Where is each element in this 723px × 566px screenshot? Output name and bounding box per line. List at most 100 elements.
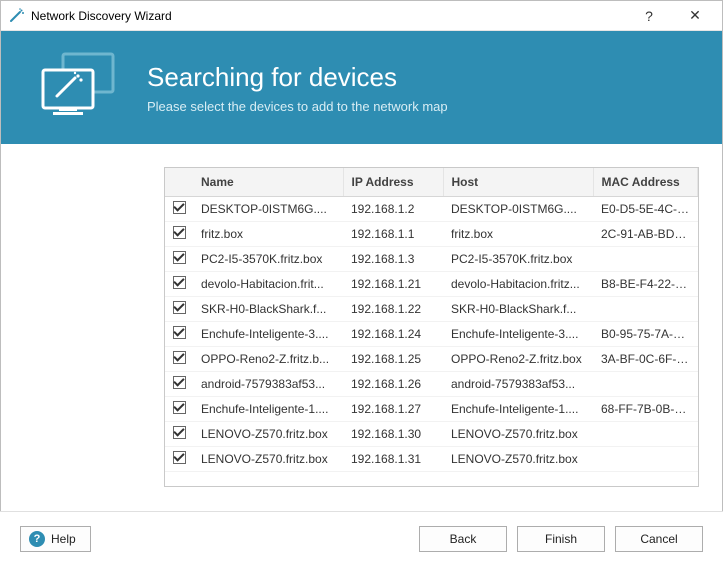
table-row[interactable]: LENOVO-Z570.fritz.box192.168.1.31LENOVO-… [165, 446, 698, 471]
row-checkbox-cell[interactable] [165, 221, 193, 246]
table-row[interactable]: android-7579383af53...192.168.1.26androi… [165, 371, 698, 396]
table-row[interactable]: PC2-I5-3570K.fritz.box192.168.1.3PC2-I5-… [165, 246, 698, 271]
cell-name: fritz.box [193, 221, 343, 246]
cell-mac: B8-BE-F4-22-45-16 [593, 271, 698, 296]
cell-ip: 192.168.1.27 [343, 396, 443, 421]
cell-ip: 192.168.1.31 [343, 446, 443, 471]
col-checkbox [165, 168, 193, 196]
row-checkbox-cell[interactable] [165, 371, 193, 396]
cell-mac: B0-95-75-7A-AB-01 [593, 321, 698, 346]
cell-host: Enchufe-Inteligente-1.... [443, 396, 593, 421]
cell-mac: 2C-91-AB-BD-EF-B6 [593, 221, 698, 246]
col-name[interactable]: Name [193, 168, 343, 196]
cell-ip: 192.168.1.21 [343, 271, 443, 296]
cell-mac: E0-D5-5E-4C-5B-D4 [593, 196, 698, 221]
cell-mac [593, 246, 698, 271]
cell-host: DESKTOP-0ISTM6G.... [443, 196, 593, 221]
cell-ip: 192.168.1.1 [343, 221, 443, 246]
table-header-row: Name IP Address Host MAC Address [165, 168, 698, 196]
banner: Searching for devices Please select the … [1, 31, 722, 144]
row-checkbox-cell[interactable] [165, 396, 193, 421]
cell-mac [593, 371, 698, 396]
table-row[interactable]: SKR-H0-BlackShark.f...192.168.1.22SKR-H0… [165, 296, 698, 321]
col-mac[interactable]: MAC Address [593, 168, 698, 196]
cell-name: Enchufe-Inteligente-3.... [193, 321, 343, 346]
row-checkbox[interactable] [173, 376, 186, 389]
cell-name: devolo-Habitacion.frit... [193, 271, 343, 296]
table-row[interactable]: devolo-Habitacion.frit...192.168.1.21dev… [165, 271, 698, 296]
cell-name: LENOVO-Z570.fritz.box [193, 446, 343, 471]
table-row[interactable]: DESKTOP-0ISTM6G....192.168.1.2DESKTOP-0I… [165, 196, 698, 221]
wizard-icon [25, 52, 135, 124]
row-checkbox[interactable] [173, 426, 186, 439]
row-checkbox-cell[interactable] [165, 446, 193, 471]
cell-name: PC2-I5-3570K.fritz.box [193, 246, 343, 271]
window-title: Network Discovery Wizard [31, 9, 172, 23]
cell-mac [593, 446, 698, 471]
row-checkbox-cell[interactable] [165, 296, 193, 321]
row-checkbox[interactable] [173, 276, 186, 289]
cell-mac: 68-FF-7B-0B-34-64 [593, 396, 698, 421]
cell-host: fritz.box [443, 221, 593, 246]
cell-host: PC2-I5-3570K.fritz.box [443, 246, 593, 271]
cell-host: LENOVO-Z570.fritz.box [443, 421, 593, 446]
row-checkbox-cell[interactable] [165, 246, 193, 271]
col-host[interactable]: Host [443, 168, 593, 196]
col-ip[interactable]: IP Address [343, 168, 443, 196]
banner-heading: Searching for devices [147, 62, 448, 93]
cell-ip: 192.168.1.22 [343, 296, 443, 321]
close-button[interactable]: ✕ [672, 1, 718, 31]
cell-name: Enchufe-Inteligente-1.... [193, 396, 343, 421]
cell-ip: 192.168.1.26 [343, 371, 443, 396]
help-icon: ? [29, 531, 45, 547]
row-checkbox[interactable] [173, 401, 186, 414]
row-checkbox[interactable] [173, 451, 186, 464]
help-label: Help [51, 532, 76, 546]
table-row[interactable]: LENOVO-Z570.fritz.box192.168.1.30LENOVO-… [165, 421, 698, 446]
cell-host: Enchufe-Inteligente-3.... [443, 321, 593, 346]
cell-name: SKR-H0-BlackShark.f... [193, 296, 343, 321]
row-checkbox[interactable] [173, 226, 186, 239]
table-row[interactable]: Enchufe-Inteligente-1....192.168.1.27Enc… [165, 396, 698, 421]
back-button[interactable]: Back [419, 526, 507, 552]
content-area: Name IP Address Host MAC Address DESKTOP… [0, 143, 723, 511]
help-titlebar-button[interactable]: ? [626, 1, 672, 31]
titlebar: Network Discovery Wizard ? ✕ [1, 1, 722, 31]
cell-ip: 192.168.1.30 [343, 421, 443, 446]
cell-ip: 192.168.1.25 [343, 346, 443, 371]
banner-subtitle: Please select the devices to add to the … [147, 99, 448, 114]
device-table: Name IP Address Host MAC Address DESKTOP… [165, 168, 698, 472]
cell-mac [593, 421, 698, 446]
finish-button[interactable]: Finish [517, 526, 605, 552]
cell-host: SKR-H0-BlackShark.f... [443, 296, 593, 321]
app-icon [9, 8, 25, 24]
cell-ip: 192.168.1.3 [343, 246, 443, 271]
row-checkbox-cell[interactable] [165, 321, 193, 346]
row-checkbox-cell[interactable] [165, 196, 193, 221]
table-row[interactable]: Enchufe-Inteligente-3....192.168.1.24Enc… [165, 321, 698, 346]
cell-host: OPPO-Reno2-Z.fritz.box [443, 346, 593, 371]
help-button[interactable]: ? Help [20, 526, 91, 552]
footer: ? Help Back Finish Cancel [0, 511, 723, 566]
cell-name: LENOVO-Z570.fritz.box [193, 421, 343, 446]
table-row[interactable]: fritz.box192.168.1.1fritz.box2C-91-AB-BD… [165, 221, 698, 246]
cell-host: android-7579383af53... [443, 371, 593, 396]
row-checkbox[interactable] [173, 301, 186, 314]
device-table-scroll[interactable]: Name IP Address Host MAC Address DESKTOP… [165, 168, 698, 486]
row-checkbox-cell[interactable] [165, 421, 193, 446]
table-row[interactable]: OPPO-Reno2-Z.fritz.b...192.168.1.25OPPO-… [165, 346, 698, 371]
row-checkbox[interactable] [173, 351, 186, 364]
cell-ip: 192.168.1.24 [343, 321, 443, 346]
row-checkbox-cell[interactable] [165, 271, 193, 296]
cell-name: DESKTOP-0ISTM6G.... [193, 196, 343, 221]
row-checkbox[interactable] [173, 326, 186, 339]
cell-name: android-7579383af53... [193, 371, 343, 396]
row-checkbox[interactable] [173, 251, 186, 264]
row-checkbox[interactable] [173, 201, 186, 214]
cancel-button[interactable]: Cancel [615, 526, 703, 552]
cell-host: devolo-Habitacion.fritz... [443, 271, 593, 296]
cell-name: OPPO-Reno2-Z.fritz.b... [193, 346, 343, 371]
cell-host: LENOVO-Z570.fritz.box [443, 446, 593, 471]
cell-mac [593, 296, 698, 321]
row-checkbox-cell[interactable] [165, 346, 193, 371]
